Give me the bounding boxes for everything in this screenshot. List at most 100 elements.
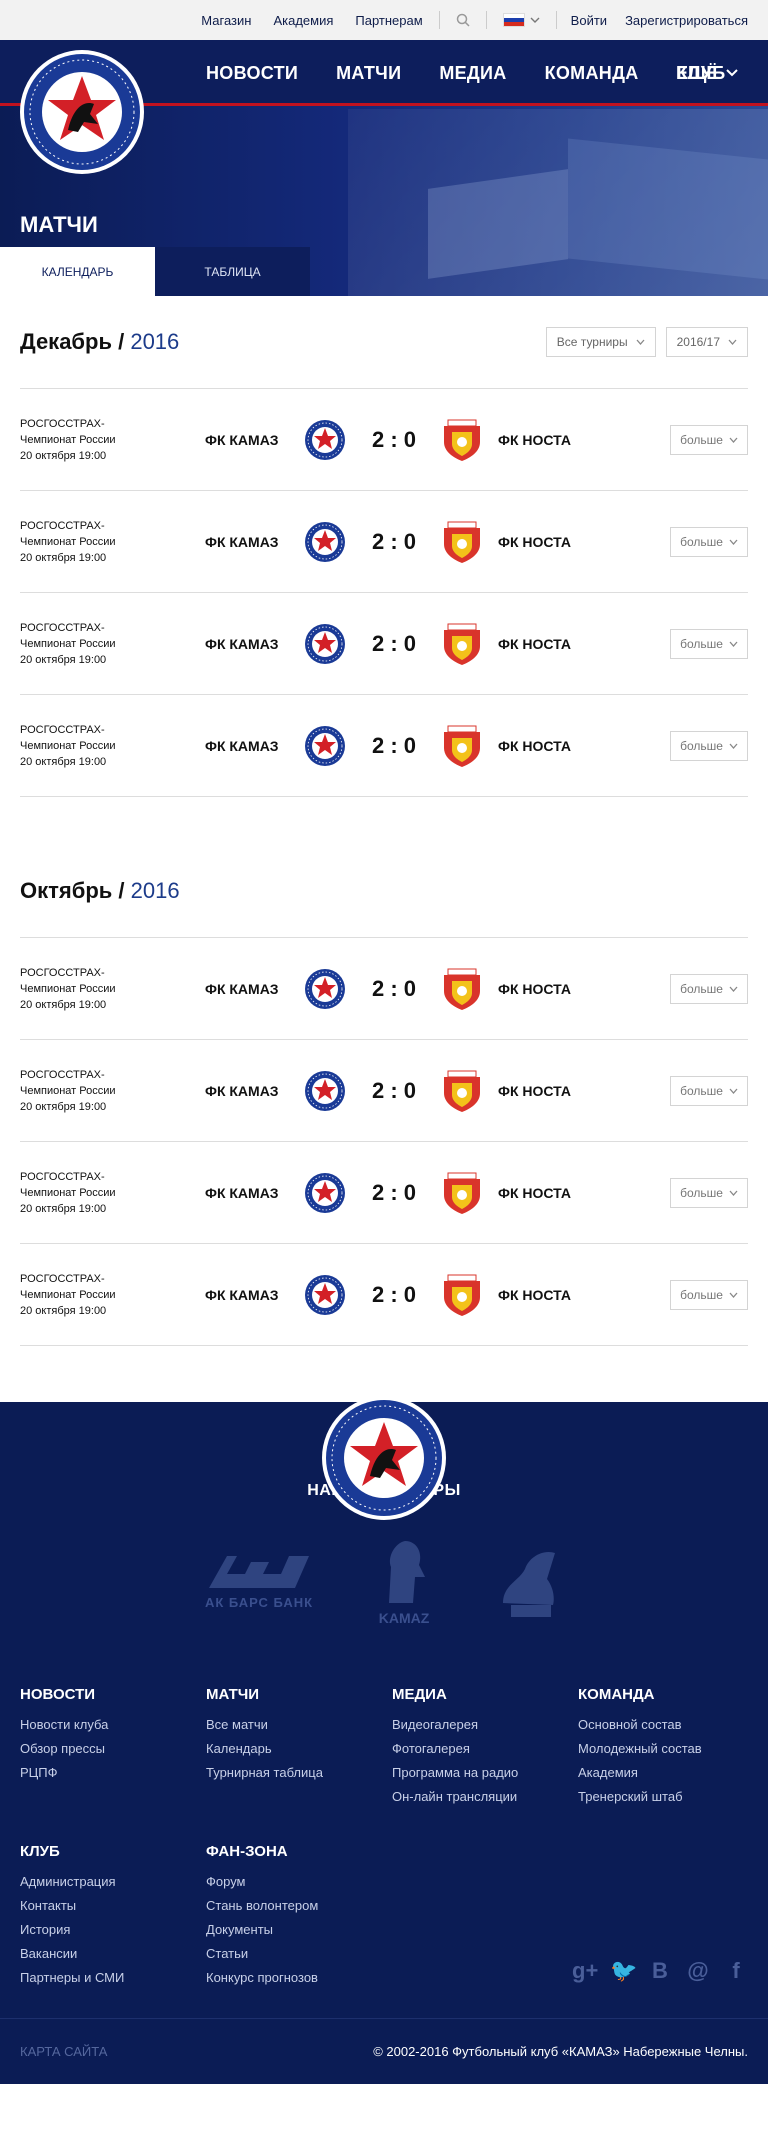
match-more-button[interactable]: больше xyxy=(670,1075,748,1106)
topbar-link-academy[interactable]: Академия xyxy=(273,13,333,28)
topbar-link-shop[interactable]: Магазин xyxy=(201,13,251,28)
tournament-select[interactable]: Все турниры xyxy=(545,327,656,357)
match-more-button[interactable]: больше xyxy=(670,973,748,1004)
away-team-name[interactable]: ФК НОСТА xyxy=(498,981,571,997)
footer-link[interactable]: Турнирная таблица xyxy=(206,1761,392,1785)
footer-link[interactable]: Статьи xyxy=(206,1942,392,1966)
footer-link[interactable]: Программа на радио xyxy=(392,1761,578,1785)
footer-link[interactable]: История xyxy=(20,1918,206,1942)
match-more-button[interactable]: больше xyxy=(670,1177,748,1208)
footer-column: МЕДИА Видеогалерея Фотогалерея Программа на… xyxy=(392,1686,578,1809)
match-score[interactable]: 2 : 0 xyxy=(364,1282,424,1308)
vk-icon[interactable]: В xyxy=(648,1958,672,1984)
away-team-name[interactable]: ФК НОСТА xyxy=(498,1287,571,1303)
filters: Все турниры 2016/17 xyxy=(545,327,748,357)
email-icon[interactable]: @ xyxy=(686,1958,710,1984)
search-icon[interactable] xyxy=(456,13,470,27)
away-team-name[interactable]: ФК НОСТА xyxy=(498,432,571,448)
google-plus-icon[interactable]: g+ xyxy=(572,1958,598,1984)
nav-item-media[interactable]: МЕДИА xyxy=(439,63,506,84)
footer-column-title[interactable]: НОВОСТИ xyxy=(20,1686,206,1703)
ak-bars-bank-logo[interactable]: АК БАРС БАНК xyxy=(199,1552,319,1610)
away-team-name[interactable]: ФК НОСТА xyxy=(498,738,571,754)
club-logo[interactable] xyxy=(18,48,146,176)
home-team-name[interactable]: ФК КАМАЗ xyxy=(205,1287,279,1303)
nav-item-matches[interactable]: МАТЧИ xyxy=(336,63,401,84)
login-link[interactable]: Войти xyxy=(571,13,607,28)
footer-link[interactable]: Вакансии xyxy=(20,1942,206,1966)
nav-item-news[interactable]: НОВОСТИ xyxy=(206,63,298,84)
language-selector[interactable] xyxy=(502,13,540,27)
footer-link[interactable]: Партнеры и СМИ xyxy=(20,1966,206,1990)
footer-link[interactable]: Администрация xyxy=(20,1870,206,1894)
match-score[interactable]: 2 : 0 xyxy=(364,733,424,759)
away-team-name[interactable]: ФК НОСТА xyxy=(498,534,571,550)
match-score[interactable]: 2 : 0 xyxy=(364,976,424,1002)
month-year: 2016 xyxy=(130,878,180,903)
kamaz-team-logo-icon xyxy=(304,521,346,563)
home-team-name[interactable]: ФК КАМАЗ xyxy=(205,1185,279,1201)
footer-column: МАТЧИ Все матчи Календарь Турнирная таблица xyxy=(206,1686,392,1809)
footer-bottom-bar: КАРТА САЙТА © 2002-2016 Футбольный клуб … xyxy=(0,2018,768,2084)
register-link[interactable]: Зарегистрироваться xyxy=(625,13,748,28)
match-score[interactable]: 2 : 0 xyxy=(364,1078,424,1104)
match-score[interactable]: 2 : 0 xyxy=(364,631,424,657)
nav-more-button[interactable]: ЕЩЁ xyxy=(676,40,739,106)
away-team-name[interactable]: ФК НОСТА xyxy=(498,636,571,652)
footer-link[interactable]: Молодежный состав xyxy=(578,1737,764,1761)
match-more-button[interactable]: больше xyxy=(670,730,748,761)
club-logo[interactable] xyxy=(320,1394,448,1522)
kamaz-team-logo-icon xyxy=(304,419,346,461)
footer-link[interactable]: Новости клуба xyxy=(20,1713,206,1737)
match-score[interactable]: 2 : 0 xyxy=(364,1180,424,1206)
match-row: РОСГОССТРАХ- Чемпионат России 20 октября… xyxy=(20,593,748,695)
footer-link[interactable]: Стань волонтером xyxy=(206,1894,392,1918)
kamaz-team-logo-icon xyxy=(304,1172,346,1214)
footer-link[interactable]: Он-лайн трансляции xyxy=(392,1785,578,1809)
match-more-button[interactable]: больше xyxy=(670,628,748,659)
facebook-icon[interactable]: f xyxy=(724,1958,748,1984)
footer-link[interactable]: Основной состав xyxy=(578,1713,764,1737)
home-team-name[interactable]: ФК КАМАЗ xyxy=(205,1083,279,1099)
home-team-name[interactable]: ФК КАМАЗ xyxy=(205,432,279,448)
away-team-name[interactable]: ФК НОСТА xyxy=(498,1185,571,1201)
sitemap-link[interactable]: КАРТА САЙТА xyxy=(20,2044,107,2059)
home-team-name[interactable]: ФК КАМАЗ xyxy=(205,534,279,550)
home-team-name[interactable]: ФК КАМАЗ xyxy=(205,636,279,652)
away-team-name[interactable]: ФК НОСТА xyxy=(498,1083,571,1099)
footer-column-title[interactable]: КОМАНДА xyxy=(578,1686,764,1703)
footer-link[interactable]: Видеогалерея xyxy=(392,1713,578,1737)
footer-link[interactable]: Фотогалерея xyxy=(392,1737,578,1761)
footer-link[interactable]: Календарь xyxy=(206,1737,392,1761)
ship-emblem-logo[interactable] xyxy=(489,1539,569,1624)
kamaz-logo[interactable]: KAMAZ xyxy=(369,1537,439,1626)
match-score[interactable]: 2 : 0 xyxy=(364,529,424,555)
footer-column-title[interactable]: КЛУБ xyxy=(20,1843,206,1860)
footer-column-title[interactable]: МЕДИА xyxy=(392,1686,578,1703)
twitter-icon[interactable]: 🐦 xyxy=(610,1958,637,1984)
tab-calendar[interactable]: КАЛЕНДАРЬ xyxy=(0,247,155,296)
footer-column-title[interactable]: МАТЧИ xyxy=(206,1686,392,1703)
footer-link[interactable]: Конкурс прогнозов xyxy=(206,1966,392,1990)
footer-link[interactable]: Все матчи xyxy=(206,1713,392,1737)
match-more-button[interactable]: больше xyxy=(670,424,748,455)
footer-column-title[interactable]: ФАН-ЗОНА xyxy=(206,1843,392,1860)
footer-link[interactable]: Форум xyxy=(206,1870,392,1894)
nav-item-team[interactable]: КОМАНДА xyxy=(545,63,639,84)
match-tournament-date: РОСГОССТРАХ- Чемпионат России 20 октября… xyxy=(20,1170,116,1215)
tab-table[interactable]: ТАБЛИЦА xyxy=(155,247,310,296)
topbar-link-partners[interactable]: Партнерам xyxy=(355,13,422,28)
footer-link[interactable]: Академия xyxy=(578,1761,764,1785)
home-team-name[interactable]: ФК КАМАЗ xyxy=(205,981,279,997)
footer-link[interactable]: Обзор прессы xyxy=(20,1737,206,1761)
season-select[interactable]: 2016/17 xyxy=(665,327,748,357)
footer-link[interactable]: Документы xyxy=(206,1918,392,1942)
home-team-name[interactable]: ФК КАМАЗ xyxy=(205,738,279,754)
footer-link[interactable]: РЦПФ xyxy=(20,1761,206,1785)
footer-link[interactable]: Контакты xyxy=(20,1894,206,1918)
partner-logos: АК БАРС БАНК KAMAZ xyxy=(0,1506,768,1656)
footer-link[interactable]: Тренерский штаб xyxy=(578,1785,764,1809)
match-score[interactable]: 2 : 0 xyxy=(364,427,424,453)
match-more-button[interactable]: больше xyxy=(670,526,748,557)
match-more-button[interactable]: больше xyxy=(670,1279,748,1310)
